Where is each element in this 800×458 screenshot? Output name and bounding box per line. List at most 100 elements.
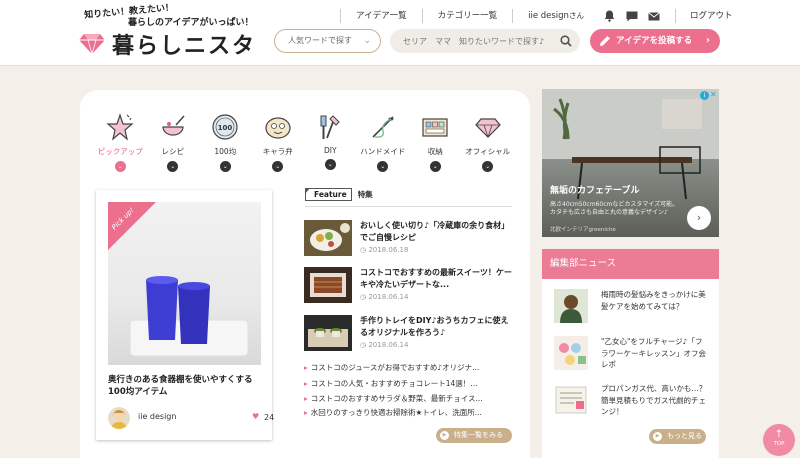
article-date: ◷ 2018.06.14 [360,341,408,349]
top-nav: アイデア一覧 カテゴリー一覧 iie designさん ログアウト [340,7,747,25]
play-icon: ▶ [440,431,449,440]
article-date-text: 2018.06.18 [368,246,409,254]
category-label: ハンドメイド [360,147,406,156]
ad-description: 高さ40cm50cm60cmなどカスタマイズ可能。カタチも広さも自由と丸の意義な… [550,201,679,216]
news-item[interactable]: 梅雨時の髪悩みをきっかけに美髪ケアを始めてみては？ [554,289,714,329]
site-header: 知りたい！教えたい！ 暮らしのアイデアがいっぱい！ 暮らしニスタ アイデア一覧 … [0,0,800,66]
category-label: キャラ弁 [262,147,293,156]
category-diy[interactable]: DIY ⌄ [304,112,357,172]
article-title[interactable]: 手作りトレイをDIY♪おうちカフェに使えるオリジナルを作ろう♪ [360,315,514,339]
post-idea-label: アイデアを投稿する [616,36,693,46]
feature-article[interactable]: 手作りトレイをDIY♪おうちカフェに使えるオリジナルを作ろう♪ ◷ 2018.0… [304,315,514,355]
play-icon: ▶ [653,432,662,441]
chevron-down-icon: ⌄ [114,161,126,172]
chevron-down-icon: ⌄ [219,161,231,172]
pickup-card[interactable]: Pick up! 奥行きのある食器棚を使いやすくする100均アイテム iie d… [96,190,275,440]
gem-logo-icon[interactable] [79,33,105,55]
category-bento[interactable]: キャラ弁 ⌄ [252,112,305,172]
pickup-image[interactable]: Pick up! [108,202,261,365]
news-thumbnail[interactable] [554,289,588,323]
feature-link[interactable]: コストコのおすすめサラダ＆野菜、最新チョイス... [304,393,514,405]
chevron-down-icon: ⌄ [272,161,284,172]
user-name: iie design [528,11,569,21]
svg-text:100: 100 [218,124,233,132]
user-suffix: さん [568,11,584,20]
news-header: 編集部ニュース [542,249,719,279]
news-item[interactable]: "乙女心"をフルチャージ♪「フラワーケーキレッスン」オフ会レポ [554,336,714,376]
category-100yen[interactable]: 100 100均 ⌄ [199,112,252,172]
article-title[interactable]: コストコでおすすめの最新スイーツ！ケーキや冷たいデザートな... [360,267,514,291]
news-more-button[interactable]: ▶ もっと見る [649,429,706,444]
pickup-title[interactable]: 奥行きのある食器棚を使いやすくする100均アイテム [108,374,260,398]
news-thumbnail[interactable] [554,383,588,417]
search-icon[interactable] [560,35,572,47]
feature-link[interactable]: コストコのジュースがお得でおすすめ♪オリジナ... [304,362,514,374]
main-panel: ピックアップ ⌄ レシピ ⌄ 100 100均 ⌄ キャラ弁 ⌄ DIY ⌄ ハ… [80,90,530,458]
arrow-up-icon: ↑ [774,429,784,440]
chevron-down-icon: ⌄ [363,36,371,46]
category-label: 収納 [427,147,443,156]
like-count: 24 [264,413,275,422]
news-more-label: もっと見る [667,432,702,440]
category-recipe[interactable]: レシピ ⌄ [147,112,200,172]
search-input[interactable] [390,29,580,53]
nav-idea-list[interactable]: アイデア一覧 [340,9,422,23]
chevron-down-icon: ⌄ [167,161,179,172]
chevron-down-icon: ⌄ [429,161,441,172]
site-logo[interactable]: 暮らしニスタ [112,28,256,60]
nav-category-list[interactable]: カテゴリー一覧 [421,9,513,23]
ad-info-icon[interactable]: i [700,91,709,100]
bento-icon [265,117,291,139]
category-label: ピックアップ [97,147,143,156]
feature-article[interactable]: おいしく使い切り♪「冷蔵庫の余り食材」でご自慢レシピ ◷ 2018.06.18 [304,220,514,260]
logout-link[interactable]: ログアウト [676,9,748,23]
nav-user[interactable]: iie designさん [512,9,599,23]
category-storage[interactable]: 収納 ⌄ [409,112,462,172]
article-thumbnail[interactable] [304,267,352,303]
feature-link[interactable]: 水回りのすっきり快適お掃除術★トイレ、洗面所... [304,407,514,419]
avatar[interactable] [108,407,130,429]
article-date-text: 2018.06.14 [368,293,409,301]
storage-icon [422,118,448,137]
mail-icon[interactable] [643,11,665,21]
news-text[interactable]: プロパンガス代、高いかも…？簡単見積もりでガス代劇的チェンジ！ [601,383,709,418]
feature-article[interactable]: コストコでおすすめの最新スイーツ！ケーキや冷たいデザートな... ◷ 2018.… [304,267,514,307]
category-label: オフィシャル [465,147,511,156]
feature-link[interactable]: コストコの人気・おすすめチョコレート14選！... [304,378,514,390]
news-text[interactable]: "乙女心"をフルチャージ♪「フラワーケーキレッスン」オフ会レポ [601,336,709,371]
article-date: ◷ 2018.06.14 [360,293,408,301]
close-icon[interactable]: ✕ [710,90,717,99]
chevron-right-icon[interactable]: › [687,206,711,230]
popular-keyword-select[interactable]: 人気ワードで探す ⌄ [274,29,381,53]
popular-keyword-label: 人気ワードで探す [288,36,352,45]
article-date-text: 2018.06.14 [368,341,409,349]
news-thumbnail[interactable] [554,336,588,370]
back-to-top-button[interactable]: ↑ TOP [763,424,795,456]
news-item[interactable]: プロパンガス代、高いかも…？簡単見積もりでガス代劇的チェンジ！ [554,383,714,423]
article-thumbnail[interactable] [304,220,352,256]
official-gem-icon [474,118,501,139]
handmade-needle-icon [372,116,394,138]
heart-icon[interactable]: ♥ [252,412,259,421]
category-pickup[interactable]: ピックアップ ⌄ [94,112,147,172]
feature-header: Feature 特集 [305,188,512,207]
ad-banner[interactable]: i ✕ 無垢のカフェテーブル 高さ40cm50cm60cmなどカスタマイズ可能。… [542,89,719,237]
article-thumbnail[interactable] [304,315,352,351]
feature-list-button[interactable]: ▶ 特集一覧をみる [436,428,512,443]
message-icon[interactable] [621,11,643,22]
article-title[interactable]: おいしく使い切り♪「冷蔵庫の余り食材」でご自慢レシピ [360,220,514,244]
category-nav: ピックアップ ⌄ レシピ ⌄ 100 100均 ⌄ キャラ弁 ⌄ DIY ⌄ ハ… [94,112,514,172]
news-text[interactable]: 梅雨時の髪悩みをきっかけに美髪ケアを始めてみては？ [601,289,709,312]
author-name[interactable]: iie design [138,412,176,421]
tagline-2: 暮らしのアイデアがいっぱい！ [128,18,254,28]
chevron-right-icon: › [705,35,710,46]
ad-title[interactable]: 無垢のカフェテーブル [550,183,639,196]
post-idea-button[interactable]: アイデアを投稿する › [590,29,720,53]
diy-tools-icon [320,115,340,139]
category-official[interactable]: オフィシャル ⌄ [462,112,515,172]
category-label: レシピ [161,147,185,156]
ad-source: 北欧インテリアgreeniche [550,227,616,233]
pickup-star-icon [106,113,134,141]
category-handmade[interactable]: ハンドメイド ⌄ [357,112,410,172]
bell-icon[interactable] [599,10,621,22]
